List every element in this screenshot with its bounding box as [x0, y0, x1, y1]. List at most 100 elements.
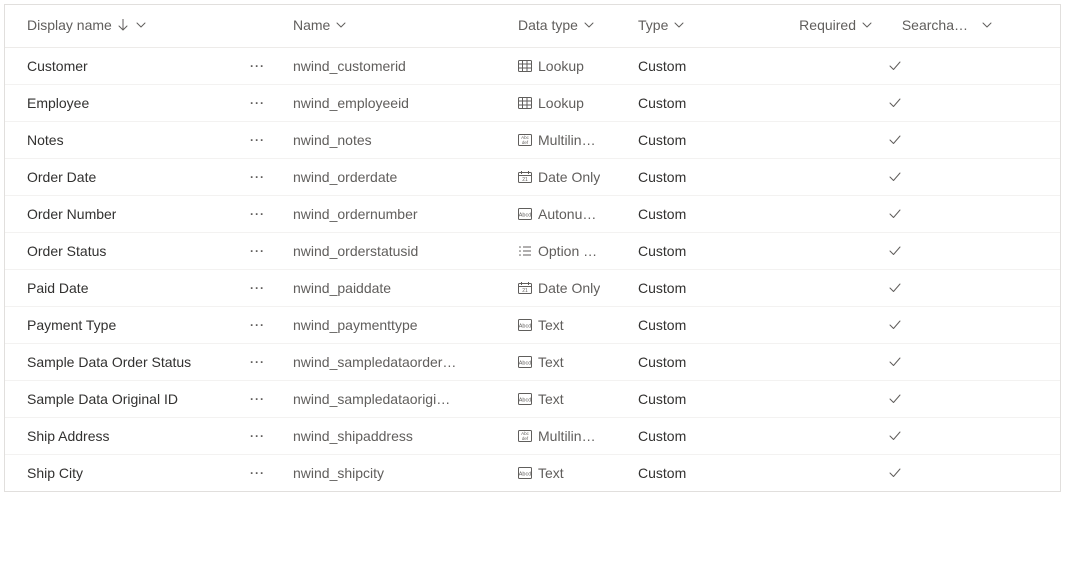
- cell-required: [760, 428, 880, 444]
- cell-display-name: Ship City: [5, 465, 230, 481]
- row-actions-button[interactable]: ···: [230, 206, 285, 222]
- lookup-icon: [518, 97, 532, 109]
- cell-name: nwind_customerid: [285, 58, 510, 74]
- svg-text:Abcd: Abcd: [519, 361, 532, 367]
- cell-required: [760, 169, 880, 185]
- check-icon: [888, 97, 902, 109]
- cell-datatype: AbcdText: [510, 391, 630, 407]
- row-actions-button[interactable]: ···: [230, 58, 285, 74]
- more-icon: ···: [250, 208, 265, 220]
- column-header-display-name[interactable]: Display name: [5, 17, 230, 33]
- check-icon: [888, 134, 902, 146]
- check-icon: [888, 356, 902, 368]
- row-actions-button[interactable]: ···: [230, 391, 285, 407]
- cell-name: nwind_shipcity: [285, 465, 510, 481]
- check-icon: [888, 319, 902, 331]
- check-icon: [888, 430, 902, 442]
- cell-datatype: Lookup: [510, 95, 630, 111]
- row-actions-button[interactable]: ···: [230, 243, 285, 259]
- column-header-name[interactable]: Name: [285, 17, 510, 33]
- cell-searchable: [880, 95, 1000, 111]
- row-actions-button[interactable]: ···: [230, 132, 285, 148]
- more-icon: ···: [250, 356, 265, 368]
- cell-datatype: Lookup: [510, 58, 630, 74]
- cell-required: [760, 58, 880, 74]
- table-header-row: Display name Name Data type Type Require…: [5, 5, 1060, 48]
- more-icon: ···: [250, 319, 265, 331]
- table-row[interactable]: Order Number···nwind_ordernumberAbcdAuto…: [5, 196, 1060, 233]
- multiline-icon: Abcdef: [518, 134, 532, 146]
- column-header-type[interactable]: Type: [630, 17, 760, 33]
- check-icon: [888, 245, 902, 257]
- cell-type: Custom: [630, 317, 760, 333]
- row-actions-button[interactable]: ···: [230, 428, 285, 444]
- cell-display-name: Payment Type: [5, 317, 230, 333]
- row-actions-button[interactable]: ···: [230, 280, 285, 296]
- table-row[interactable]: Ship City···nwind_shipcityAbcdTextCustom: [5, 455, 1060, 491]
- table-row[interactable]: Customer···nwind_customeridLookupCustom: [5, 48, 1060, 85]
- cell-type: Custom: [630, 465, 760, 481]
- more-icon: ···: [250, 171, 265, 183]
- date-icon: 21: [518, 171, 532, 183]
- column-header-required[interactable]: Required: [760, 17, 880, 33]
- table-row[interactable]: Ship Address···nwind_shipaddressAbcdefMu…: [5, 418, 1060, 455]
- text-icon: Abcd: [518, 467, 532, 479]
- svg-text:Abcd: Abcd: [519, 324, 532, 330]
- chevron-down-icon: [136, 22, 146, 28]
- table-row[interactable]: Sample Data Order Status ··· nwind_sampled…: [5, 344, 1060, 381]
- column-header-searchable[interactable]: Searcha…: [880, 17, 1000, 33]
- row-actions-button[interactable]: ···: [230, 169, 285, 185]
- text-icon: Abcd: [518, 356, 532, 368]
- cell-type: Custom: [630, 280, 760, 296]
- row-actions-button[interactable]: ···: [230, 465, 285, 481]
- cell-searchable: [880, 243, 1000, 259]
- column-header-actions: [230, 17, 285, 33]
- column-header-label: Searcha…: [902, 17, 968, 33]
- more-icon: ···: [250, 282, 265, 294]
- table-row[interactable]: Paid Date···nwind_paiddate21Date OnlyCus…: [5, 270, 1060, 307]
- cell-searchable: [880, 280, 1000, 296]
- cell-required: [760, 132, 880, 148]
- table-row[interactable]: Payment Type···nwind_paymenttypeAbcdText…: [5, 307, 1060, 344]
- cell-type: Custom: [630, 391, 760, 407]
- column-header-label: Type: [638, 17, 668, 33]
- cell-searchable: [880, 132, 1000, 148]
- chevron-down-icon: [336, 22, 346, 28]
- cell-name: nwind_sampledataorigi…: [285, 391, 510, 407]
- row-actions-button[interactable]: ···: [230, 354, 285, 370]
- more-icon: ···: [250, 245, 265, 257]
- cell-type: Custom: [630, 206, 760, 222]
- check-icon: [888, 467, 902, 479]
- row-actions-button[interactable]: ···: [230, 95, 285, 111]
- chevron-down-icon: [982, 22, 992, 28]
- cell-display-name: Order Number: [5, 206, 230, 222]
- cell-type: Custom: [630, 132, 760, 148]
- row-actions-button[interactable]: ···: [230, 317, 285, 333]
- cell-required: [760, 465, 880, 481]
- fields-table: Display name Name Data type Type Require…: [4, 4, 1061, 492]
- cell-datatype: 21Date Only: [510, 169, 630, 185]
- cell-name: nwind_orderstatusid: [285, 243, 510, 259]
- cell-display-name: Sample Data Original ID: [5, 391, 230, 407]
- cell-type: Custom: [630, 58, 760, 74]
- cell-name: nwind_employeeid: [285, 95, 510, 111]
- cell-name: nwind_orderdate: [285, 169, 510, 185]
- column-header-datatype[interactable]: Data type: [510, 17, 630, 33]
- more-icon: ···: [250, 97, 265, 109]
- cell-searchable: [880, 465, 1000, 481]
- table-row[interactable]: Order Date···nwind_orderdate21Date OnlyC…: [5, 159, 1060, 196]
- svg-text:def: def: [522, 140, 529, 145]
- table-row[interactable]: Order Status···nwind_orderstatusidOption…: [5, 233, 1060, 270]
- table-row[interactable]: Employee···nwind_employeeidLookupCustom: [5, 85, 1060, 122]
- cell-display-name: Order Status: [5, 243, 230, 259]
- cell-display-name: Sample Data Order Status: [5, 354, 230, 370]
- column-header-label: Data type: [518, 17, 578, 33]
- cell-searchable: [880, 428, 1000, 444]
- table-row[interactable]: Sample Data Original ID···nwind_sampleda…: [5, 381, 1060, 418]
- cell-name: nwind_paymenttype: [285, 317, 510, 333]
- cell-name: nwind_sampledataorder…: [285, 354, 510, 370]
- svg-text:21: 21: [522, 177, 528, 183]
- cell-type: Custom: [630, 428, 760, 444]
- cell-required: [760, 391, 880, 407]
- table-row[interactable]: Notes···nwind_notesAbcdefMultilin…Custom: [5, 122, 1060, 159]
